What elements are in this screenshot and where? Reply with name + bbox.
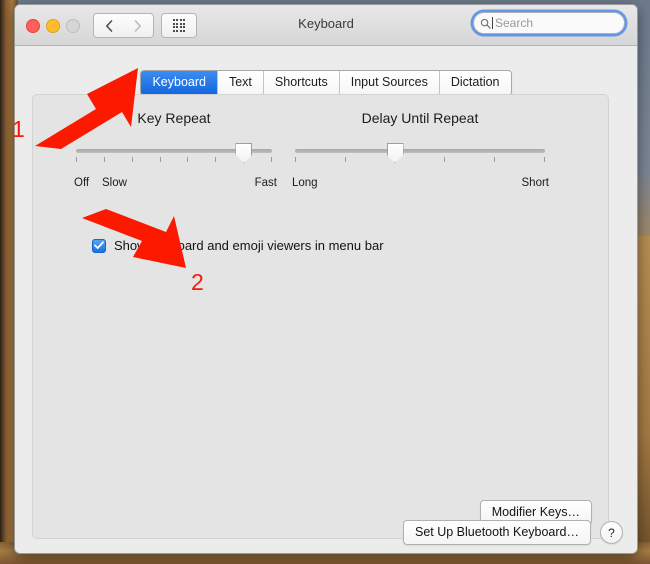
keyboard-preferences-window: Keyboard Keyboard Text Shortcuts Input S… bbox=[14, 4, 638, 554]
delay-labels: Long Short bbox=[295, 177, 545, 193]
show-viewers-checkbox[interactable] bbox=[92, 239, 106, 253]
tab-shortcuts[interactable]: Shortcuts bbox=[263, 71, 339, 95]
delay-ticks bbox=[295, 157, 545, 162]
key-repeat-labels: Off Slow Fast bbox=[76, 177, 272, 193]
delay-title: Delay Until Repeat bbox=[295, 110, 545, 126]
show-viewers-label: Show keyboard and emoji viewers in menu … bbox=[114, 238, 384, 253]
key-repeat-group: Key Repeat Off Slow Fast bbox=[76, 110, 272, 193]
delay-until-repeat-group: Delay Until Repeat Long Short bbox=[295, 110, 545, 193]
delay-track bbox=[295, 149, 545, 153]
key-repeat-label-fast: Fast bbox=[255, 177, 277, 189]
tab-dictation[interactable]: Dictation bbox=[439, 71, 511, 95]
window-titlebar: Keyboard bbox=[15, 5, 637, 46]
help-button[interactable]: ? bbox=[600, 521, 623, 544]
tab-input-sources[interactable]: Input Sources bbox=[339, 71, 439, 95]
search-icon bbox=[480, 18, 491, 29]
set-up-bluetooth-keyboard-button[interactable]: Set Up Bluetooth Keyboard… bbox=[403, 520, 591, 545]
search-text-caret bbox=[492, 17, 493, 29]
window-bottom-bar: Set Up Bluetooth Keyboard… ? bbox=[403, 520, 623, 545]
tab-keyboard[interactable]: Keyboard bbox=[141, 71, 217, 95]
search-input[interactable] bbox=[495, 16, 605, 30]
show-viewers-row[interactable]: Show keyboard and emoji viewers in menu … bbox=[92, 238, 384, 253]
annotation-number-2: 2 bbox=[191, 269, 204, 296]
delay-slider[interactable] bbox=[295, 143, 545, 173]
tab-bar: Keyboard Text Shortcuts Input Sources Di… bbox=[15, 70, 637, 96]
keyboard-settings-panel: Key Repeat Off Slow Fast bbox=[32, 94, 609, 539]
delay-label-short: Short bbox=[522, 177, 550, 189]
key-repeat-title: Key Repeat bbox=[76, 110, 272, 126]
tab-text[interactable]: Text bbox=[217, 71, 263, 95]
tab-group: Keyboard Text Shortcuts Input Sources Di… bbox=[140, 70, 511, 96]
window-content: Keyboard Text Shortcuts Input Sources Di… bbox=[15, 46, 637, 553]
search-field[interactable] bbox=[473, 12, 625, 34]
key-repeat-slider[interactable] bbox=[76, 143, 272, 173]
annotation-number-1: 1 bbox=[12, 116, 25, 143]
key-repeat-thumb[interactable] bbox=[235, 143, 252, 163]
delay-label-long: Long bbox=[292, 177, 318, 189]
key-repeat-label-off: Off bbox=[74, 177, 89, 189]
delay-thumb[interactable] bbox=[387, 143, 404, 163]
key-repeat-label-slow: Slow bbox=[102, 177, 127, 189]
checkmark-icon bbox=[94, 241, 104, 250]
